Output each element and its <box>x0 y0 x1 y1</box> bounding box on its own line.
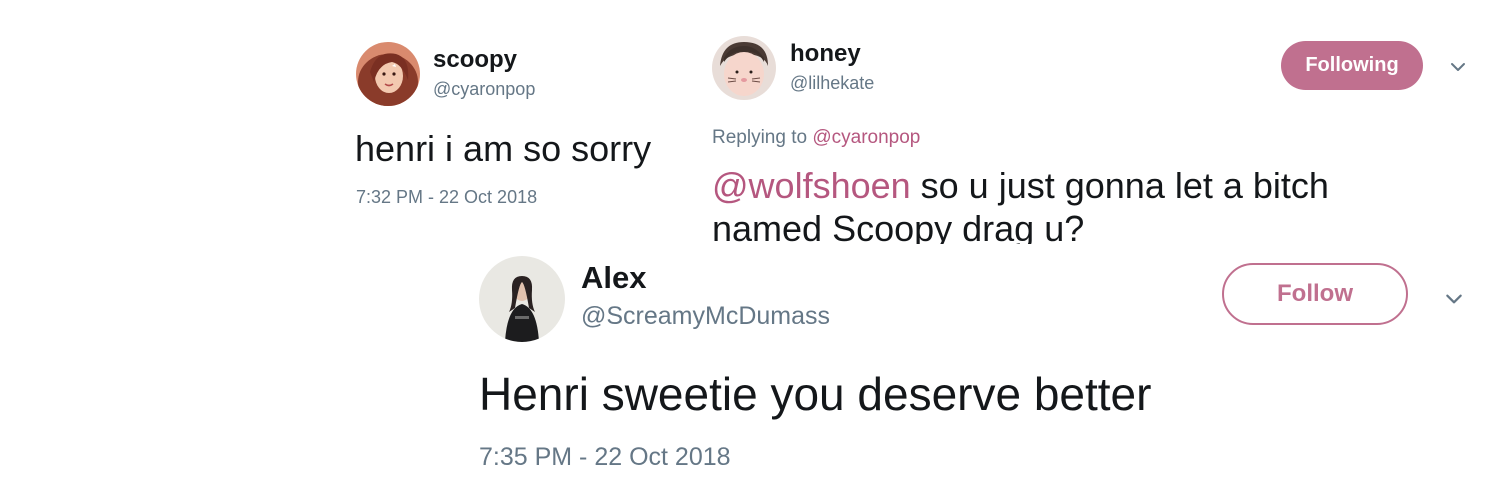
chevron-down-icon[interactable] <box>1449 58 1467 76</box>
tweet-card-alex: Alex @ScreamyMcDumass Follow Henri sweet… <box>442 244 1500 500</box>
user-avatar-photo-icon <box>356 42 420 106</box>
display-name[interactable]: honey <box>790 40 861 68</box>
tweet-timestamp[interactable]: 7:32 PM - 22 Oct 2018 <box>356 187 537 208</box>
avatar[interactable] <box>356 42 420 106</box>
chevron-down-icon[interactable] <box>1444 289 1464 309</box>
tweet-card-honey: honey @lilhekate Following Replying to @… <box>688 22 1500 252</box>
user-handle[interactable]: @cyaronpop <box>433 79 535 100</box>
user-avatar-photo-icon <box>712 36 776 100</box>
mention-link[interactable]: @wolfshoen <box>712 165 911 206</box>
tweet-text: henri i am so sorry <box>355 128 652 169</box>
avatar[interactable] <box>479 256 565 342</box>
user-handle[interactable]: @ScreamyMcDumass <box>581 302 830 331</box>
replying-prefix: Replying to <box>712 127 813 148</box>
follow-button[interactable]: Follow <box>1222 263 1408 325</box>
user-handle[interactable]: @lilhekate <box>790 73 874 94</box>
following-button[interactable]: Following <box>1281 41 1423 90</box>
tweet-card-scoopy: scoopy @cyaronpop henri i am so sorry 7:… <box>340 30 690 240</box>
user-avatar-photo-icon <box>479 256 565 342</box>
replying-to-handle[interactable]: @cyaronpop <box>812 127 920 148</box>
display-name[interactable]: Alex <box>581 260 646 296</box>
avatar[interactable] <box>712 36 776 100</box>
tweet-text: @wolfshoen so u just gonna let a bitch n… <box>712 164 1412 250</box>
display-name[interactable]: scoopy <box>433 46 517 74</box>
replying-to: Replying to @cyaronpop <box>712 127 920 149</box>
tweet-text: Henri sweetie you deserve better <box>479 368 1152 420</box>
tweet-timestamp[interactable]: 7:35 PM - 22 Oct 2018 <box>479 443 731 472</box>
